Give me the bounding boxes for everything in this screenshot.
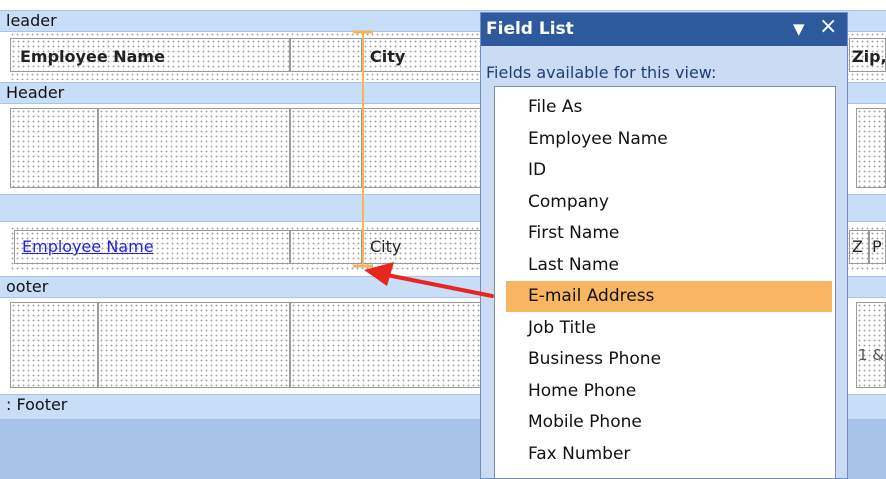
field-list-item[interactable]: ID [506, 155, 832, 186]
drag-arrow [364, 262, 494, 298]
employee-name-detail-field[interactable]: Employee Name [22, 237, 154, 256]
footer-partial-field[interactable]: 1 & [858, 346, 884, 364]
zip-detail-field[interactable]: Z [852, 237, 863, 256]
field-list-item[interactable]: E-mail Address [506, 281, 832, 312]
group-header-cell-5[interactable] [856, 108, 886, 188]
group-header-cell-1[interactable] [10, 108, 98, 188]
field-list-item[interactable]: First Name [506, 218, 832, 249]
field-list-item[interactable]: Home Phone [506, 376, 832, 407]
page-header-band-label: leader [6, 11, 57, 30]
group-footer-cell-3[interactable] [290, 302, 482, 388]
group-header-cell-4[interactable] [362, 108, 482, 188]
group-footer-band-label: ooter [6, 277, 49, 296]
field-list-item[interactable]: Mobile Phone [506, 407, 832, 438]
field-list-item[interactable]: Fax Number [506, 439, 832, 470]
zip-header-label[interactable]: Zip, [852, 47, 886, 66]
field-list-title: Field List [486, 19, 574, 39]
group-header-band-label: Header [6, 83, 65, 102]
field-list-item[interactable]: Business Phone [506, 344, 832, 375]
group-footer-cell-2[interactable] [98, 302, 290, 388]
employee-name-header-label[interactable]: Employee Name [20, 47, 165, 66]
group-footer-cell-4[interactable] [856, 302, 886, 388]
field-list-item[interactable]: Job Title [506, 313, 832, 344]
field-list-close-icon[interactable]: × [819, 15, 837, 39]
insertion-marker [353, 30, 373, 268]
page-footer-band-label: : Footer [6, 395, 68, 414]
field-list-item[interactable]: Last Name [506, 250, 832, 281]
partial-detail-field[interactable]: P [872, 237, 882, 256]
group-header-cell-2[interactable] [98, 108, 290, 188]
field-list-item[interactable]: File As [506, 92, 832, 123]
field-list-dropdown-icon[interactable]: ▼ [793, 20, 805, 38]
field-list-item[interactable]: Company [506, 187, 832, 218]
group-footer-cell-1[interactable] [10, 302, 98, 388]
field-list-subtitle: Fields available for this view: [486, 63, 717, 82]
field-list-item[interactable]: Employee Name [506, 124, 832, 155]
